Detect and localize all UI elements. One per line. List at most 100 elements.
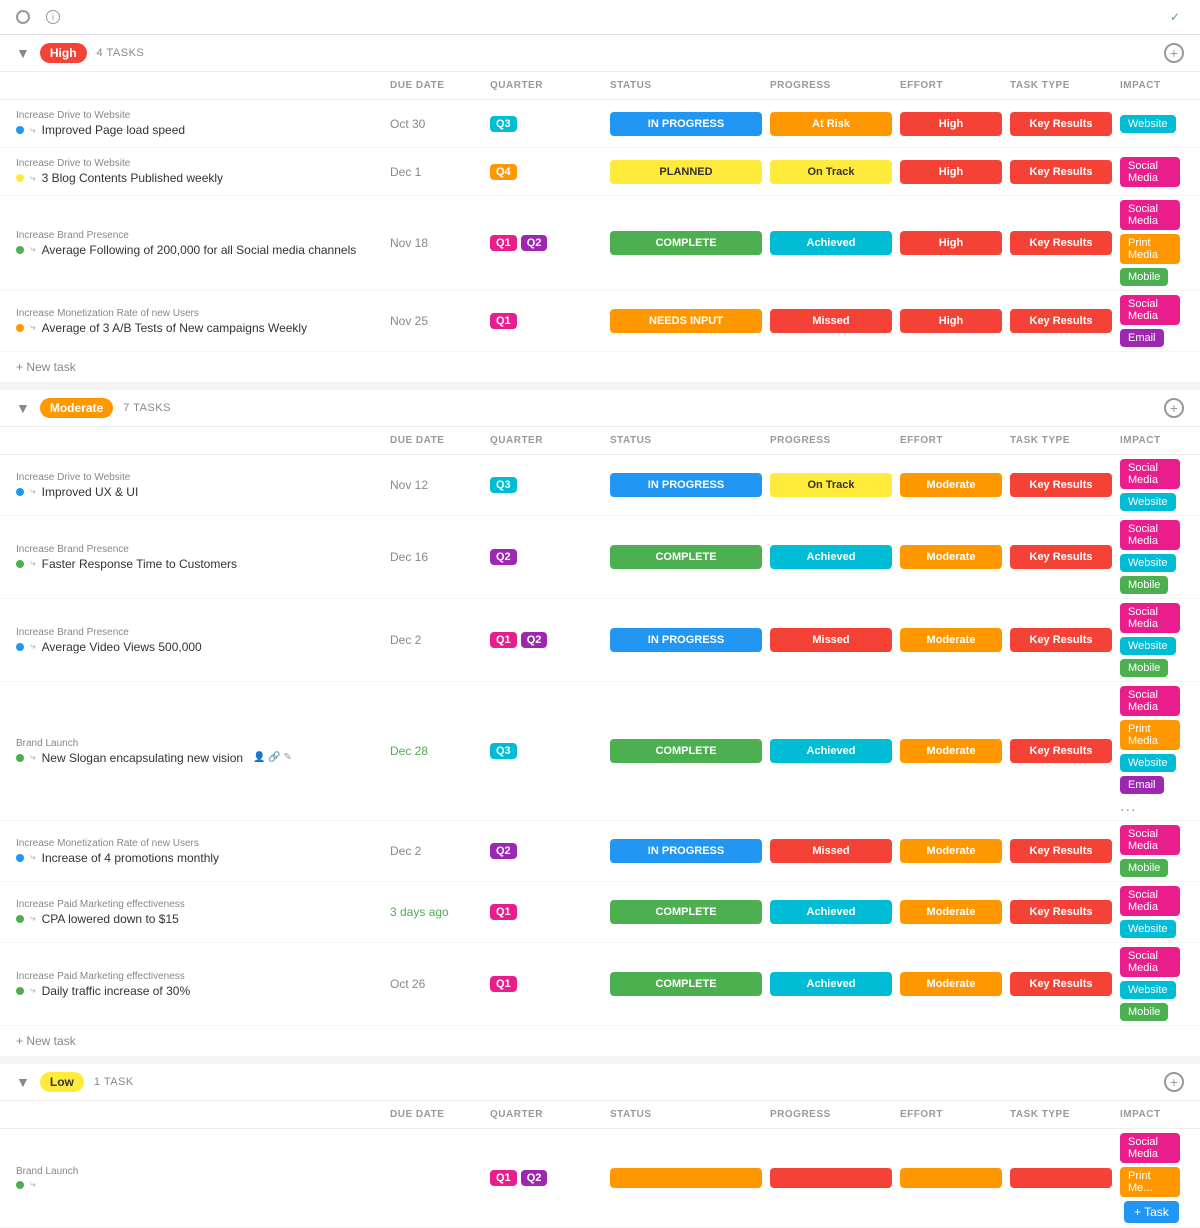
status-col	[606, 1166, 766, 1190]
col-quarter: QUARTER	[486, 427, 606, 454]
hide-closed-button[interactable]: ✓	[1170, 10, 1184, 24]
tasktype-badge: Key Results	[1010, 160, 1112, 184]
row-actions[interactable]: 👤 🔗 ✎	[253, 752, 292, 763]
due-date: Oct 26	[386, 977, 486, 991]
task-name-col: Increase Brand Presence ⤷ Average Video …	[16, 621, 386, 660]
expand-icon[interactable]: ▼	[16, 45, 30, 61]
impact-badge: Website	[1120, 115, 1176, 133]
quarter-badge[interactable]: Q3	[490, 116, 517, 132]
task-link-icon: ⤷	[30, 486, 36, 497]
effort-col: Moderate	[896, 471, 1006, 499]
task-title[interactable]: CPA lowered down to $15	[42, 912, 179, 926]
tasktype-badge	[1010, 1168, 1112, 1188]
task-title[interactable]: Average Video Views 500,000	[42, 640, 202, 654]
task-name-col: Increase Monetization Rate of new Users …	[16, 832, 386, 871]
task-name-col: Increase Paid Marketing effectiveness ⤷ …	[16, 893, 386, 932]
quarter-badge[interactable]: Q4	[490, 164, 517, 180]
status-col: COMPLETE	[606, 543, 766, 571]
quarter-badge[interactable]: Q2	[521, 1170, 548, 1186]
quarter-badge[interactable]: Q2	[490, 549, 517, 565]
task-link-icon: ⤷	[30, 852, 36, 863]
info-icon[interactable]: i	[46, 10, 60, 24]
add-section-button[interactable]: +	[1164, 43, 1184, 63]
section-high: ▼ High 4 TASKS + DUE DATEQUARTERSTATUSPR…	[0, 35, 1200, 382]
impact-col: Website	[1116, 111, 1184, 137]
add-section-button[interactable]: +	[1164, 1072, 1184, 1092]
quarter-badge[interactable]: Q3	[490, 477, 517, 493]
task-title-row: ⤷ New Slogan encapsulating new vision 👤 …	[16, 751, 386, 765]
table-row: Brand Launch ⤷ New Slogan encapsulating …	[0, 682, 1200, 821]
task-category: Increase Drive to Website	[16, 472, 386, 483]
expand-icon[interactable]: ▼	[16, 400, 30, 416]
priority-badge-high: High	[40, 43, 87, 63]
impact-badge: Social Media	[1120, 825, 1180, 855]
task-category: Brand Launch	[16, 738, 386, 749]
tasktype-badge: Key Results	[1010, 473, 1112, 497]
quarter-badge[interactable]: Q1	[490, 904, 517, 920]
effort-col: Moderate	[896, 898, 1006, 926]
col-task	[16, 427, 386, 454]
progress-col: Missed	[766, 837, 896, 865]
task-link-icon: ⤷	[30, 641, 36, 652]
add-task-button[interactable]: + Task	[1124, 1201, 1179, 1223]
quarter-badge[interactable]: Q2	[490, 843, 517, 859]
tasktype-col: Key Results	[1006, 898, 1116, 926]
task-dot	[16, 643, 24, 651]
more-button[interactable]: ...	[1120, 798, 1136, 816]
task-name-col: Brand Launch ⤷ New Slogan encapsulating …	[16, 732, 386, 771]
quarter-badge[interactable]: Q1	[490, 632, 517, 648]
quarter-badge[interactable]: Q1	[490, 235, 517, 251]
task-count-low: 1 TASK	[94, 1076, 134, 1088]
task-title[interactable]: New Slogan encapsulating new vision	[42, 751, 243, 765]
col-effort: EFFORT	[896, 72, 1006, 99]
expand-icon[interactable]: ▼	[16, 1074, 30, 1090]
effort-badge: Moderate	[900, 839, 1002, 863]
impact-badge: Mobile	[1120, 576, 1168, 594]
effort-badge: Moderate	[900, 628, 1002, 652]
task-dot	[16, 488, 24, 496]
section-header-high: ▼ High 4 TASKS +	[0, 35, 1200, 72]
quarter-col: Q1Q2	[486, 632, 606, 648]
task-title[interactable]: Increase of 4 promotions monthly	[42, 851, 219, 865]
tasktype-col: Key Results	[1006, 837, 1116, 865]
impact-badge: Social Media	[1120, 603, 1180, 633]
task-title[interactable]: Daily traffic increase of 30%	[42, 984, 191, 998]
effort-col	[896, 1166, 1006, 1190]
col-status: STATUS	[606, 72, 766, 99]
impact-col: Social MediaEmail	[1116, 291, 1184, 351]
task-title[interactable]: Average of 3 A/B Tests of New campaigns …	[42, 321, 307, 335]
task-link-icon: ⤷	[30, 173, 36, 184]
quarter-col: Q4	[486, 164, 606, 180]
task-title[interactable]: Improved UX & UI	[42, 485, 139, 499]
task-title[interactable]: Faster Response Time to Customers	[42, 557, 237, 571]
table-row: Brand Launch ⤷ Q1Q2Social MediaPrint Me.…	[0, 1129, 1200, 1228]
impact-badge: Email	[1120, 329, 1164, 347]
progress-badge: Achieved	[770, 900, 892, 924]
task-title[interactable]: Average Following of 200,000 for all Soc…	[42, 243, 357, 257]
tasktype-badge: Key Results	[1010, 309, 1112, 333]
impact-badge: Website	[1120, 920, 1176, 938]
add-task-row[interactable]: + New task	[0, 1026, 1200, 1056]
checkmark-icon: ✓	[1170, 10, 1180, 24]
effort-badge: Moderate	[900, 972, 1002, 996]
tasktype-col: Key Results	[1006, 229, 1116, 257]
task-category: Increase Paid Marketing effectiveness	[16, 899, 386, 910]
add-section-button[interactable]: +	[1164, 398, 1184, 418]
quarter-badge[interactable]: Q2	[521, 632, 548, 648]
tasktype-col: Key Results	[1006, 307, 1116, 335]
quarter-badge[interactable]: Q1	[490, 1170, 517, 1186]
quarter-badge[interactable]: Q2	[521, 235, 548, 251]
task-dot	[16, 987, 24, 995]
quarter-badge[interactable]: Q3	[490, 743, 517, 759]
add-task-row[interactable]: + New task	[0, 352, 1200, 382]
quarter-badge[interactable]: Q1	[490, 976, 517, 992]
quarter-badge[interactable]: Q1	[490, 313, 517, 329]
effort-badge: High	[900, 231, 1002, 255]
due-date: Dec 16	[386, 550, 486, 564]
task-dot	[16, 246, 24, 254]
status-col: IN PROGRESS	[606, 110, 766, 138]
status-col: COMPLETE	[606, 898, 766, 926]
task-title[interactable]: 3 Blog Contents Published weekly	[42, 171, 223, 185]
task-title[interactable]: Improved Page load speed	[42, 123, 185, 137]
tasktype-badge: Key Results	[1010, 739, 1112, 763]
